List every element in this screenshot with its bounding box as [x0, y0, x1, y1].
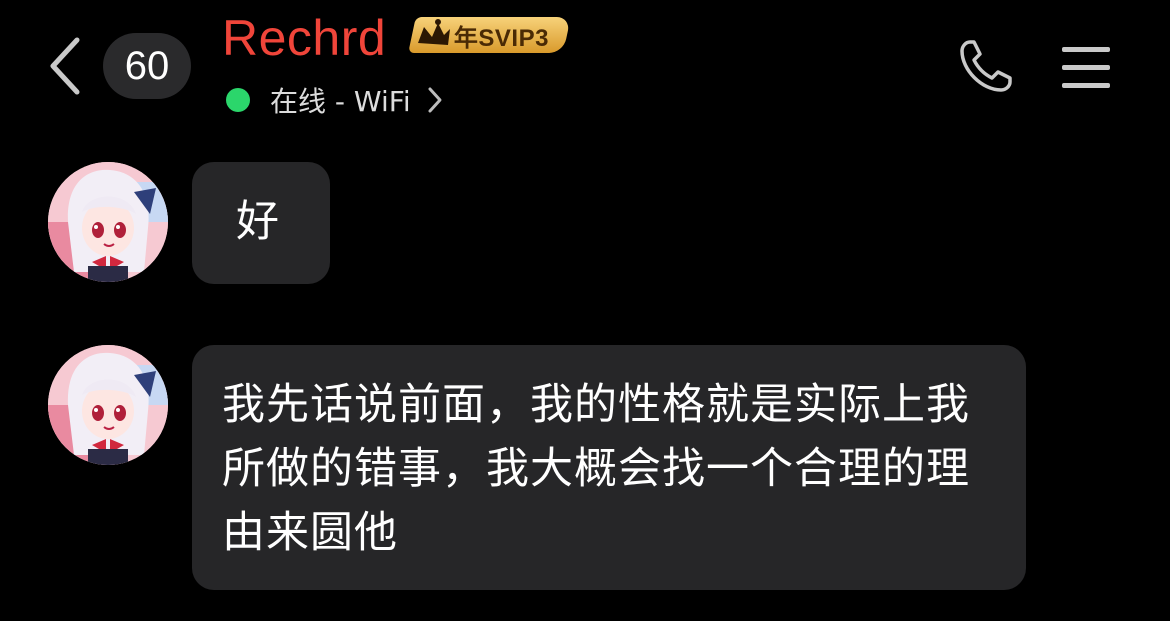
- menu-button[interactable]: [1052, 38, 1120, 96]
- vip-badge-label: 年SVIP3: [454, 24, 550, 52]
- message-bubble[interactable]: 好: [192, 162, 330, 284]
- vip-badge[interactable]: 年SVIP3: [408, 15, 571, 55]
- message-row: 好: [0, 162, 1170, 286]
- online-dot-icon: [226, 88, 250, 112]
- contact-avatar[interactable]: [48, 345, 168, 465]
- chevron-right-icon: [427, 86, 443, 114]
- message-bubble[interactable]: 我先话说前面，我的性格就是实际上我所做的错事，我大概会找一个合理的理由来圆他: [192, 345, 1026, 590]
- back-button[interactable]: [40, 34, 90, 98]
- online-status[interactable]: 在线 - WiFi: [226, 80, 443, 120]
- chevron-left-icon: [50, 37, 80, 95]
- anime-girl-avatar-icon: [48, 162, 168, 282]
- vip-crown-icon: [418, 19, 450, 45]
- contact-avatar[interactable]: [48, 162, 168, 282]
- chat-header: 60 Rechrd 年SVIP3 在线 - WiFi: [0, 0, 1170, 140]
- phone-icon: [960, 40, 1012, 92]
- unread-count-badge[interactable]: 60: [103, 33, 191, 99]
- status-text: 在线 - WiFi: [270, 85, 411, 118]
- contact-name[interactable]: Rechrd: [222, 8, 386, 68]
- message-row: 我先话说前面，我的性格就是实际上我所做的错事，我大概会找一个合理的理由来圆他: [0, 345, 1170, 591]
- call-button[interactable]: [950, 30, 1022, 102]
- anime-girl-avatar-icon: [48, 345, 168, 465]
- hamburger-menu-icon: [1062, 47, 1110, 52]
